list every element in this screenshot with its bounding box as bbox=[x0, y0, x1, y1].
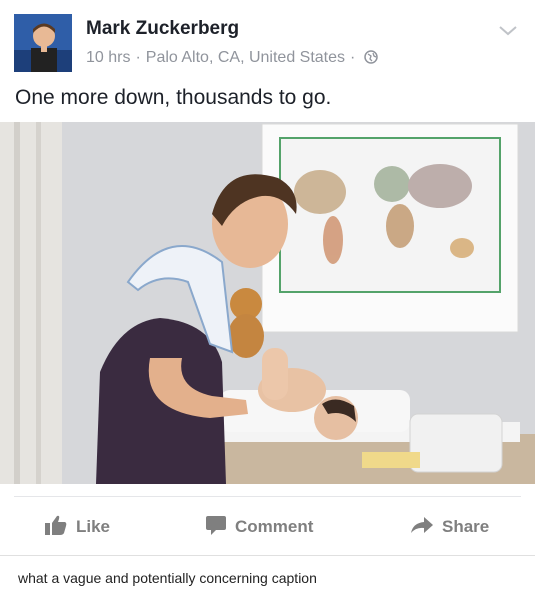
share-arrow-icon bbox=[410, 515, 434, 540]
share-button[interactable]: Share bbox=[410, 514, 489, 540]
divider bbox=[14, 496, 521, 497]
meta-separator: · bbox=[350, 49, 356, 66]
like-label: Like bbox=[76, 517, 111, 536]
action-bar: Like Comment Share bbox=[0, 504, 535, 550]
comment-label: Comment bbox=[235, 517, 314, 536]
share-label: Share bbox=[442, 517, 490, 536]
author-name[interactable]: Mark Zuckerberg bbox=[86, 18, 239, 40]
profile-avatar[interactable] bbox=[14, 14, 72, 72]
caption-text: what a vague and potentially concerning … bbox=[18, 570, 317, 586]
chevron-down-icon[interactable] bbox=[497, 24, 519, 38]
comment-icon bbox=[205, 514, 227, 541]
facebook-post: Mark Zuckerberg 10 hrs · Palo Alto, CA, Un… bbox=[0, 0, 535, 555]
post-meta: 10 hrs · Palo Alto, CA, United States · bbox=[86, 49, 379, 69]
like-button[interactable]: Like bbox=[44, 514, 110, 540]
post-photo[interactable] bbox=[0, 122, 535, 484]
post-time[interactable]: 10 hrs bbox=[86, 49, 130, 66]
post-location[interactable]: Palo Alto, CA, United States bbox=[146, 49, 345, 66]
globe-icon bbox=[364, 50, 379, 69]
meta-separator: · bbox=[135, 49, 141, 66]
comment-button[interactable]: Comment bbox=[205, 514, 313, 540]
thumbs-up-icon bbox=[44, 514, 68, 541]
caption-divider bbox=[0, 555, 535, 556]
post-text: One more down, thousands to go. bbox=[15, 86, 332, 109]
